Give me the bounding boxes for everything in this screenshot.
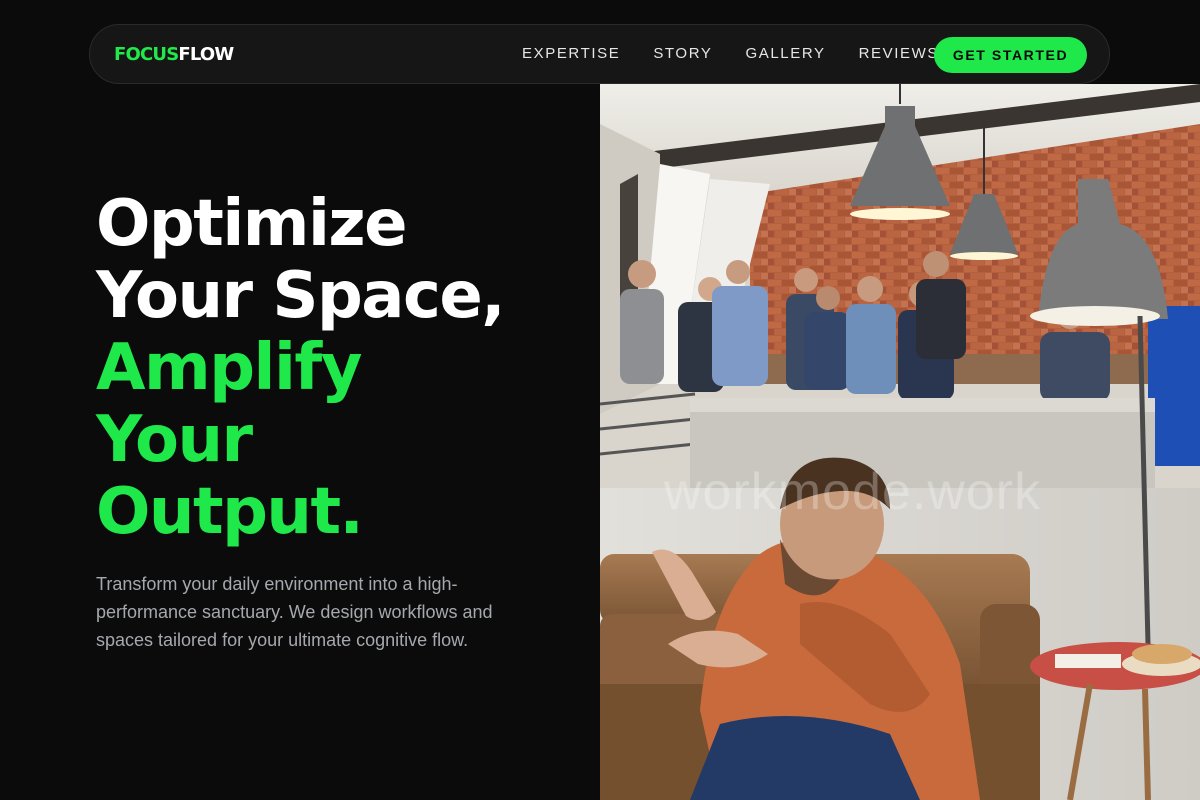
headline-line-3: Amplify — [96, 331, 362, 405]
nav-link-story[interactable]: STORY — [653, 44, 712, 64]
hero-office-photo: workmode.work — [600, 84, 1200, 800]
top-navbar: FOCUSFLOW EXPERTISE STORY GALLERY REVIEW… — [89, 24, 1110, 84]
get-started-button[interactable]: GET STARTED — [934, 37, 1087, 73]
hero-subtext: Transform your daily environment into a … — [96, 574, 493, 650]
nav-link-gallery[interactable]: GALLERY — [745, 44, 825, 64]
brand-logo[interactable]: FOCUSFLOW — [114, 44, 234, 66]
logo-part-focus: FOCUS — [114, 44, 179, 65]
nav-link-expertise[interactable]: EXPERTISE — [522, 44, 620, 64]
nav-link-reviews[interactable]: REVIEWS — [859, 44, 939, 64]
headline-line-2: Your Space, — [96, 259, 506, 333]
headline-line-1: Optimize — [96, 187, 408, 261]
headline-line-4: Your — [96, 403, 253, 477]
logo-part-flow: FLOW — [178, 44, 234, 65]
hero-headline: Optimize Your Space, Amplify Your Output… — [96, 187, 506, 549]
image-watermark: workmode.work — [664, 463, 1042, 521]
nav-links: EXPERTISE STORY GALLERY REVIEWS — [522, 25, 972, 83]
headline-line-5: Output. — [96, 475, 364, 549]
landing-page: FOCUSFLOW EXPERTISE STORY GALLERY REVIEW… — [0, 0, 1200, 800]
